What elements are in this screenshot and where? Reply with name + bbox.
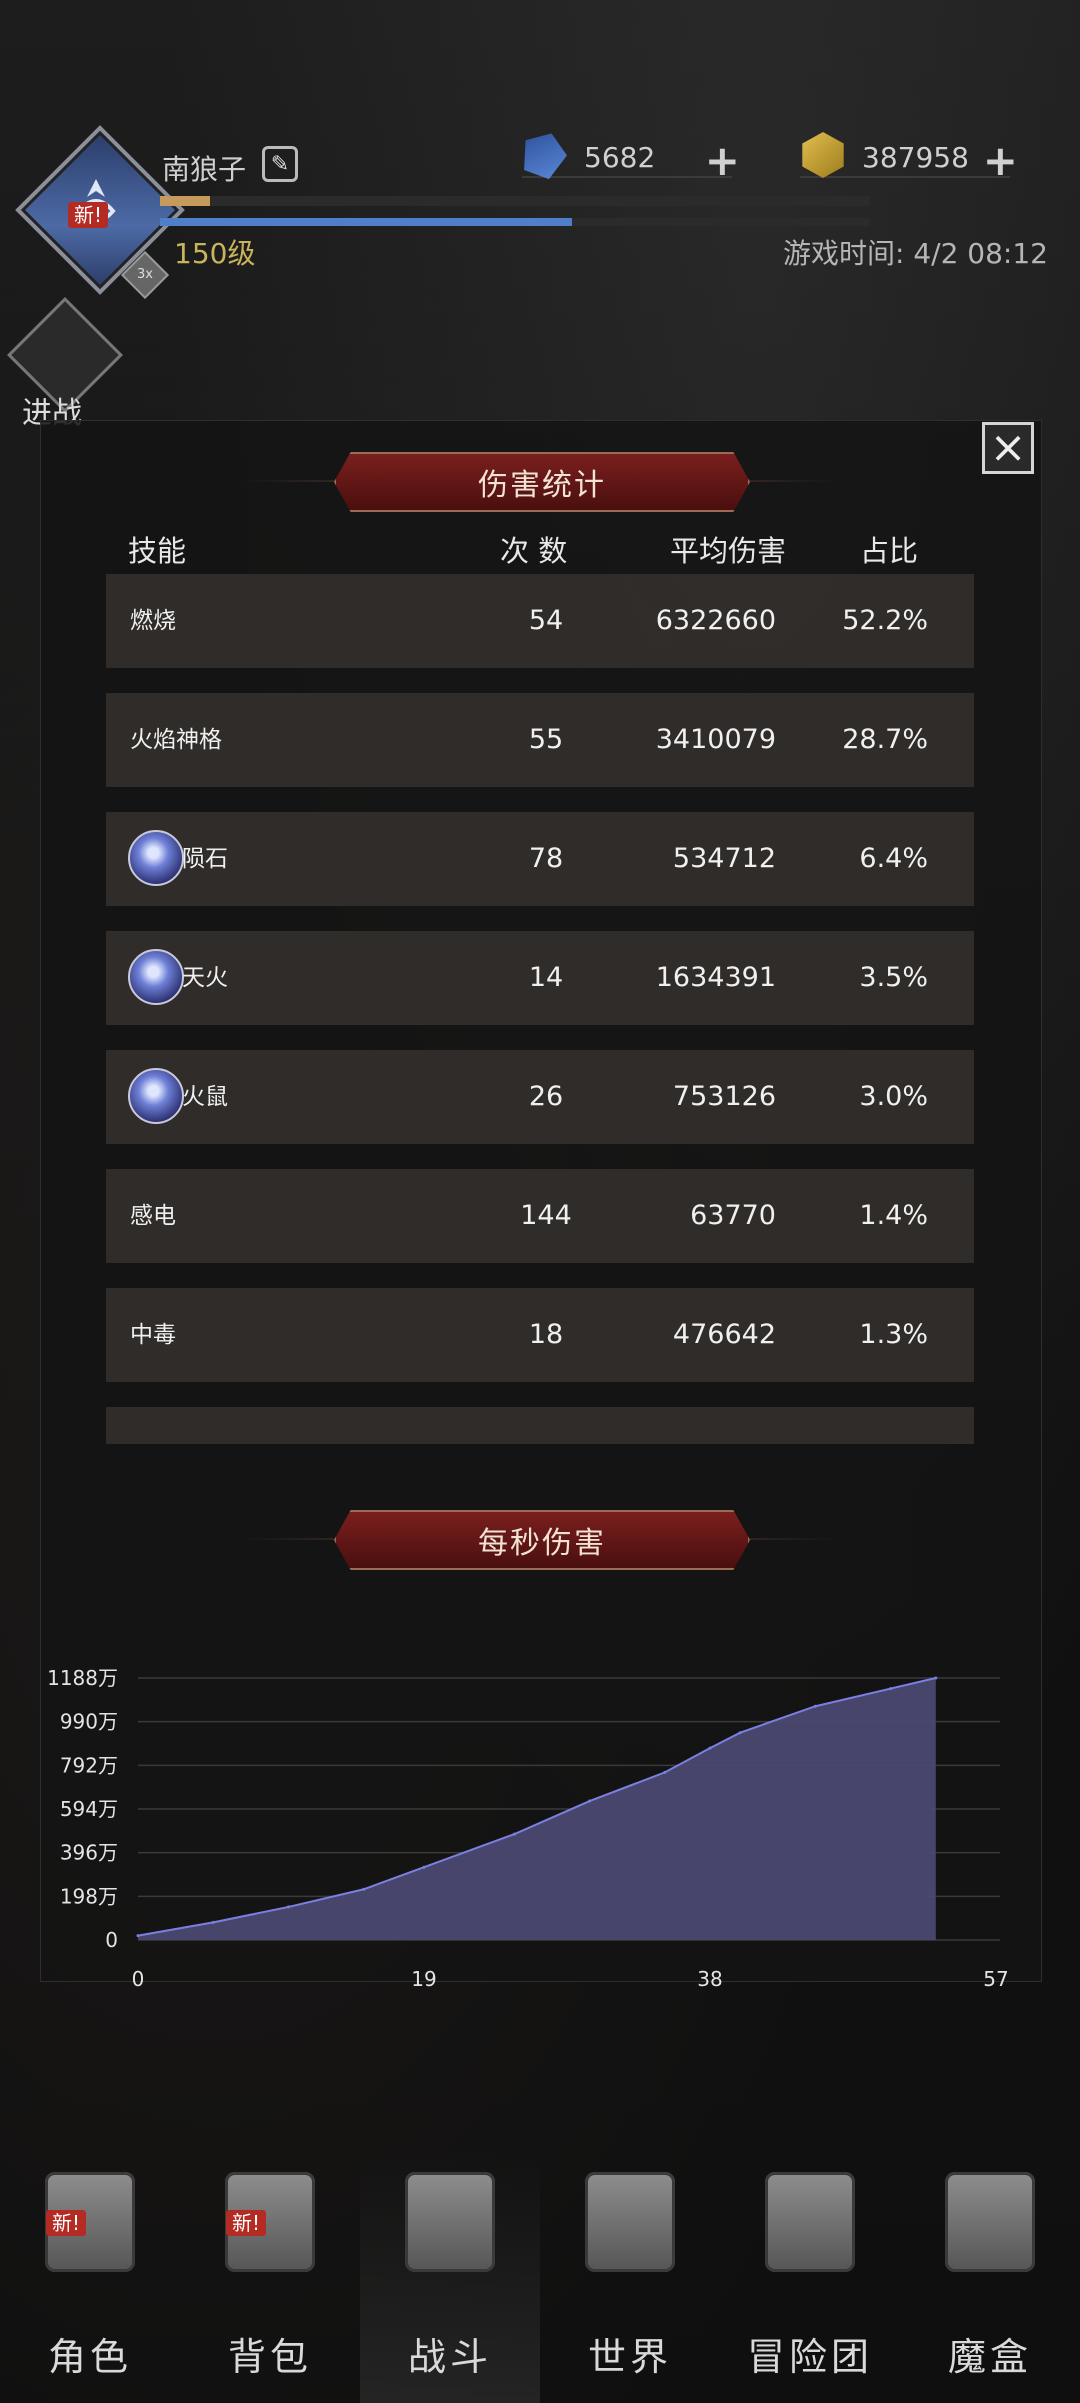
- dps-point: [512, 1832, 516, 1836]
- x-tick-label: 57: [983, 1967, 1008, 1991]
- y-tick-label: 1188万: [47, 1666, 118, 1690]
- dps-point: [422, 1865, 426, 1869]
- dps-point: [813, 1704, 817, 1708]
- x-tick-label: 38: [697, 1967, 722, 1991]
- sword-shield-icon: [405, 2172, 495, 2272]
- x-tick-label: 19: [411, 1967, 436, 1991]
- dps-point: [287, 1905, 291, 1909]
- dps-chart: 0 198万 396万 594万 792万 990万 1188万 0 19 38 57: [47, 1666, 1009, 1991]
- castle-icon: [765, 2172, 855, 2272]
- nav-item-world[interactable]: 世界: [540, 2150, 720, 2403]
- dps-point: [136, 1934, 140, 1938]
- new-badge: 新!: [226, 2210, 267, 2236]
- nav-label: 世界: [587, 2335, 672, 2379]
- dps-point: [588, 1799, 592, 1803]
- dps-point: [889, 1687, 893, 1691]
- nav-item-adventure-team[interactable]: 冒险团: [720, 2150, 900, 2403]
- magic-box-icon: [945, 2172, 1035, 2272]
- nav-item-character[interactable]: 新! 角色: [0, 2150, 180, 2403]
- nav-item-battle[interactable]: 战斗: [360, 2150, 540, 2403]
- x-tick-label: 0: [132, 1967, 145, 1991]
- bottom-nav: 新! 角色 新! 背包 战斗 世界 冒险团 魔盒: [0, 2150, 1080, 2403]
- y-tick-label: 792万: [60, 1753, 118, 1777]
- nav-label: 冒险团: [746, 2335, 873, 2379]
- nav-label: 魔盒: [947, 2335, 1032, 2379]
- y-tick-label: 990万: [60, 1710, 118, 1734]
- y-tick-label: 0: [105, 1928, 118, 1952]
- dps-point: [708, 1746, 712, 1750]
- dps-point: [934, 1676, 938, 1680]
- dps-point: [362, 1887, 366, 1891]
- nav-item-backpack[interactable]: 新! 背包: [180, 2150, 360, 2403]
- y-tick-label: 198万: [60, 1884, 118, 1908]
- nav-item-magic-box[interactable]: 魔盒: [900, 2150, 1080, 2403]
- nav-label: 战斗: [407, 2335, 492, 2379]
- dps-point: [663, 1770, 667, 1774]
- y-tick-label: 594万: [60, 1797, 118, 1821]
- nav-label: 角色: [47, 2335, 132, 2379]
- nav-label: 背包: [227, 2335, 312, 2379]
- new-badge: 新!: [46, 2210, 87, 2236]
- dps-point: [738, 1731, 742, 1735]
- world-map-icon: [585, 2172, 675, 2272]
- dps-point: [211, 1920, 215, 1924]
- y-tick-label: 396万: [60, 1841, 118, 1865]
